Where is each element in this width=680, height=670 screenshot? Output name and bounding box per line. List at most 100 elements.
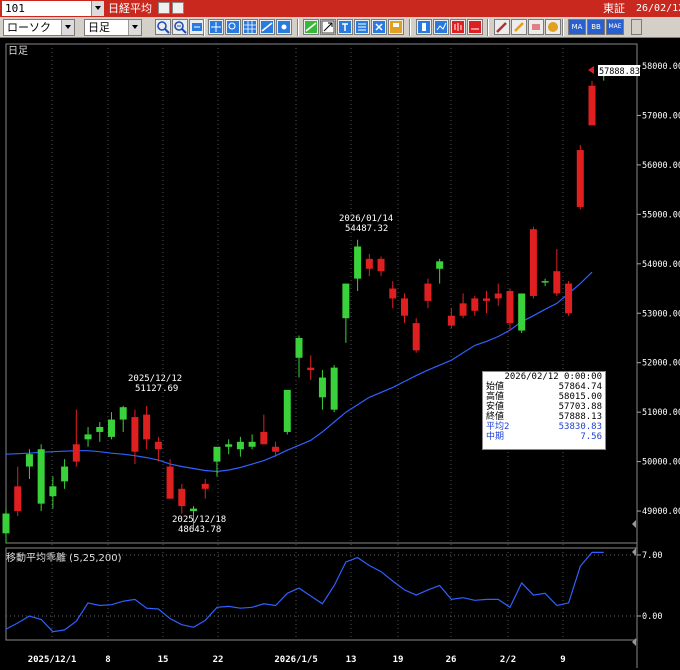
- candle-body: [61, 466, 69, 482]
- ohlc-info-box: 2026/02/12 0:00:00 始値 57864.74 高値 58015.00…: [482, 371, 606, 450]
- info-row-close: 終値 57888.13: [486, 412, 602, 422]
- settings-icon[interactable]: [276, 19, 292, 35]
- chevron-down-icon[interactable]: [128, 20, 141, 35]
- chart-area[interactable]: 58000.00 57000.00 56000.00 55000.00 54000.00…: [0, 38, 680, 670]
- line-tool-icon[interactable]: [259, 19, 275, 35]
- candle-body: [166, 466, 174, 499]
- candle-body: [483, 298, 491, 301]
- symbol-dropdown-button[interactable]: [91, 1, 104, 16]
- info-row-low: 安値 57703.88: [486, 402, 602, 412]
- candle-body: [424, 283, 432, 301]
- chevron-down-icon[interactable]: [61, 20, 74, 35]
- info-row-ma: 平均2 53830.83: [486, 422, 602, 432]
- toolbar-divider: [203, 19, 205, 36]
- candle-body: [447, 315, 455, 326]
- candle-body: [248, 441, 256, 447]
- crosshair-icon[interactable]: [208, 19, 224, 35]
- annotation-value: 48643.78: [178, 525, 221, 535]
- candle-body: [588, 85, 596, 126]
- compare-icon[interactable]: [450, 19, 466, 35]
- candle-body: [471, 298, 479, 311]
- restore-box-icon[interactable]: [172, 2, 184, 14]
- y-tick-label: 52000.00: [642, 359, 680, 369]
- palette-icon[interactable]: [545, 19, 561, 35]
- candle-body: [541, 281, 549, 283]
- x-tick-label: 15: [158, 655, 169, 665]
- candle-body: [377, 258, 385, 272]
- candle-icon[interactable]: [416, 19, 432, 35]
- x-tick-label: 22: [213, 655, 224, 665]
- pen-icon[interactable]: [511, 19, 527, 35]
- eraser-icon[interactable]: [528, 19, 544, 35]
- zoom-out-icon[interactable]: [172, 19, 188, 35]
- scroll-marker-icon: [632, 638, 636, 646]
- fibonacci-icon[interactable]: [354, 19, 370, 35]
- minimize-box-icon[interactable]: [158, 2, 170, 14]
- y-tick-label: 49000.00: [642, 507, 680, 517]
- chart-type-select[interactable]: ローソク: [3, 19, 75, 36]
- annotation-value: 51127.69: [135, 384, 178, 394]
- candle-body: [436, 261, 444, 269]
- y-tick-label: 58000.00: [642, 62, 680, 72]
- search-chart-icon[interactable]: [225, 19, 241, 35]
- candle-body: [529, 229, 537, 296]
- candle-body: [2, 513, 10, 534]
- arrow-tool-icon[interactable]: [320, 19, 336, 35]
- mae-button-label: MAE: [608, 23, 622, 30]
- toolbar-divider: [487, 19, 489, 36]
- candle-body: [236, 441, 244, 450]
- candle-body: [201, 483, 209, 489]
- annotation-date: 2025/12/12: [128, 374, 182, 384]
- all-icon[interactable]: [467, 19, 483, 35]
- y-tick-label: 50000.00: [642, 458, 680, 468]
- candle-body: [400, 298, 408, 316]
- period-value: 日足: [88, 21, 110, 34]
- candle-body: [365, 258, 373, 269]
- brush-icon[interactable]: [494, 19, 510, 35]
- toolbar-divider: [297, 19, 299, 36]
- mae-button[interactable]: MAE: [606, 19, 624, 35]
- x-tick-label: 2/2: [500, 655, 516, 665]
- grid-icon[interactable]: [242, 19, 258, 35]
- x-tick-label: 8: [105, 655, 110, 665]
- bb-button[interactable]: BB: [587, 19, 605, 35]
- candle-body: [190, 508, 198, 512]
- title-bar: 101 日経平均 東証 26/02/12: [0, 0, 680, 17]
- last-price-arrow-icon: [588, 66, 594, 74]
- candle-body: [107, 419, 115, 437]
- candle-body: [330, 367, 338, 410]
- candle-body: [459, 303, 467, 316]
- candle-body: [272, 446, 280, 452]
- candle-body: [506, 291, 514, 324]
- zoom-in-icon[interactable]: [155, 19, 171, 35]
- candle-body: [354, 246, 362, 279]
- candle-body: [225, 444, 233, 447]
- candle-body: [143, 414, 151, 440]
- candle-body: [84, 434, 92, 440]
- candle-body: [260, 431, 268, 445]
- x-tick-label: 9: [560, 655, 565, 665]
- scroll-marker-icon: [632, 520, 636, 528]
- price-chart[interactable]: 58000.00 57000.00 56000.00 55000.00 54000.00…: [0, 38, 680, 670]
- trendline-icon[interactable]: [303, 19, 319, 35]
- y-tick-label: 51000.00: [642, 408, 680, 418]
- x-tick-label: 2025/12/1: [28, 655, 77, 665]
- oscillator-title: 移動平均乖離 (5,25,200): [6, 553, 122, 564]
- oscillator-line: [5, 551, 604, 633]
- ma-button[interactable]: MA: [568, 19, 586, 35]
- symbol-code-field[interactable]: 101: [2, 1, 104, 16]
- x-tick-label: 26: [446, 655, 457, 665]
- info-row-high: 高値 58015.00: [486, 392, 602, 402]
- annotation-date: 2026/01/14: [339, 214, 393, 224]
- candle-body: [213, 446, 221, 462]
- candle-body: [119, 407, 127, 420]
- candle-body: [565, 283, 573, 314]
- period-select[interactable]: 日足: [84, 19, 142, 36]
- save-icon[interactable]: [388, 19, 404, 35]
- osc-tick-label: 7.00: [642, 551, 662, 561]
- text-tool-icon[interactable]: [337, 19, 353, 35]
- scroll-arrows-icon[interactable]: [631, 19, 642, 35]
- candle-body: [96, 426, 104, 432]
- indicator-icon[interactable]: [433, 19, 449, 35]
- delete-drawing-icon[interactable]: [371, 19, 387, 35]
